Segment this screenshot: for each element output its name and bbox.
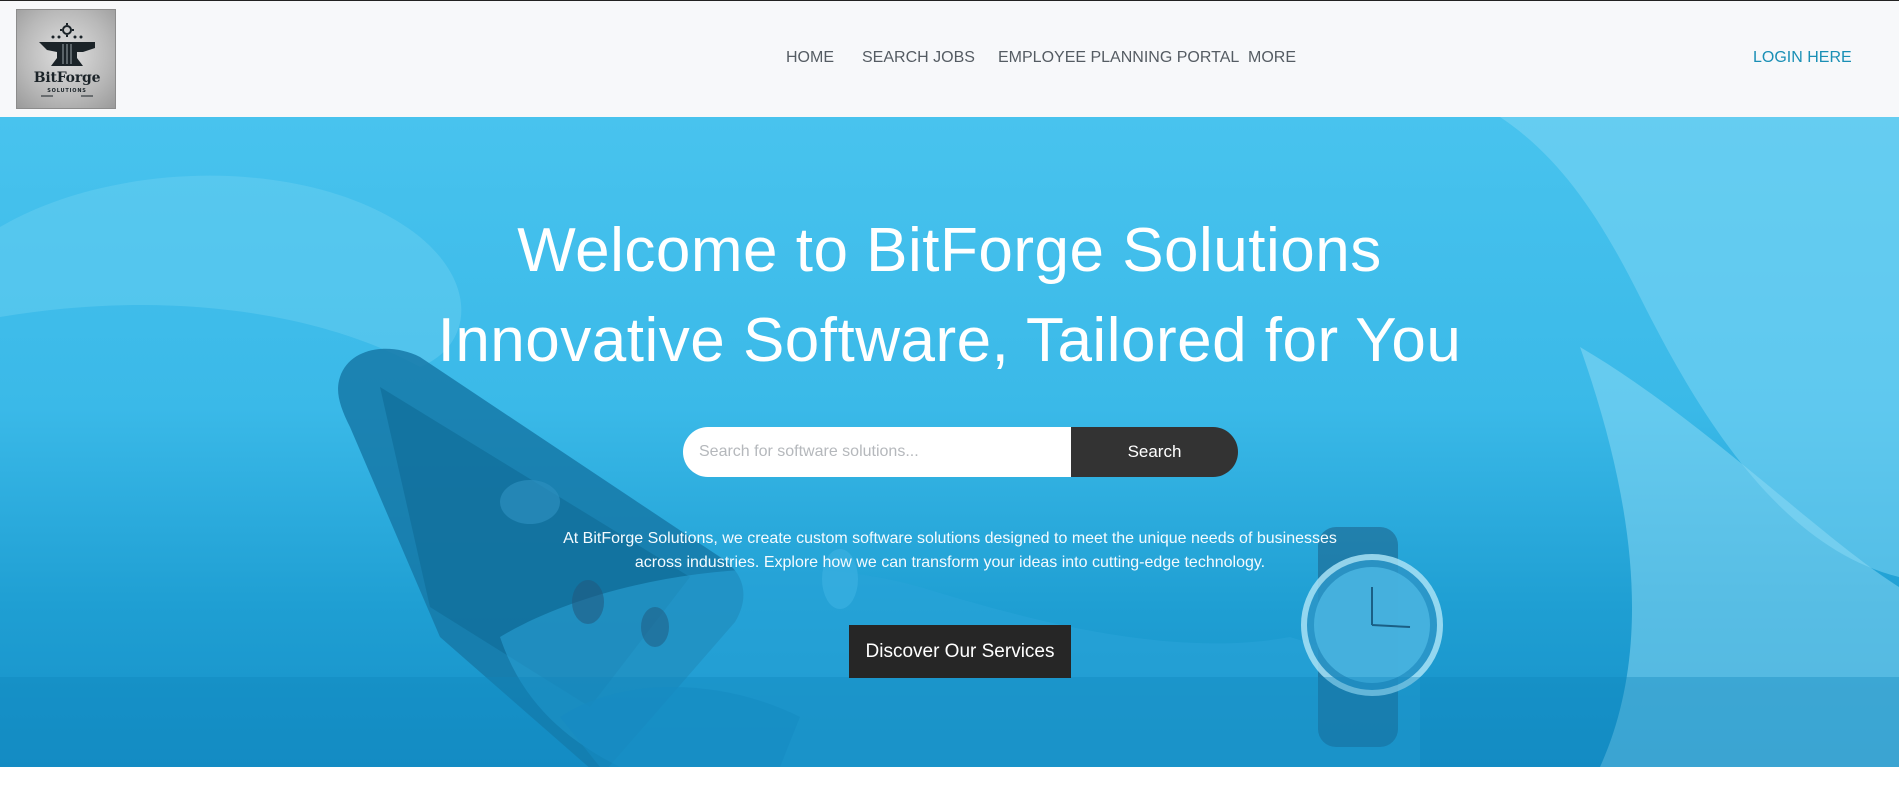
- search-input[interactable]: [683, 427, 1072, 477]
- nav-home[interactable]: HOME: [786, 49, 834, 67]
- nav-search-jobs[interactable]: SEARCH JOBS: [862, 49, 975, 67]
- discover-services-button[interactable]: Discover Our Services: [849, 625, 1071, 678]
- logo-wordmark: BitForge: [33, 70, 101, 86]
- hero-subtitle: Innovative Software, Tailored for You: [437, 306, 1462, 375]
- search-button[interactable]: Search: [1071, 427, 1238, 477]
- main-nav: HOME SEARCH JOBS EMPLOYEE PLANNING PORTA…: [0, 49, 1899, 71]
- hero-section: Welcome to BitForge Solutions Innovative…: [0, 117, 1899, 767]
- hero-description: At BitForge Solutions, we create custom …: [563, 530, 1337, 571]
- site-header: BitForge SOLUTIONS HOME SEARCH JOBS EMPL…: [0, 1, 1899, 117]
- search-bar: Search: [683, 427, 1238, 477]
- hero-title: Welcome to BitForge Solutions: [517, 216, 1382, 285]
- logo-tagline: SOLUTIONS: [47, 88, 87, 94]
- login-link[interactable]: LOGIN HERE: [1753, 49, 1852, 67]
- nav-employee-planning-portal[interactable]: EMPLOYEE PLANNING PORTAL: [998, 49, 1239, 67]
- nav-more[interactable]: MORE: [1248, 49, 1296, 67]
